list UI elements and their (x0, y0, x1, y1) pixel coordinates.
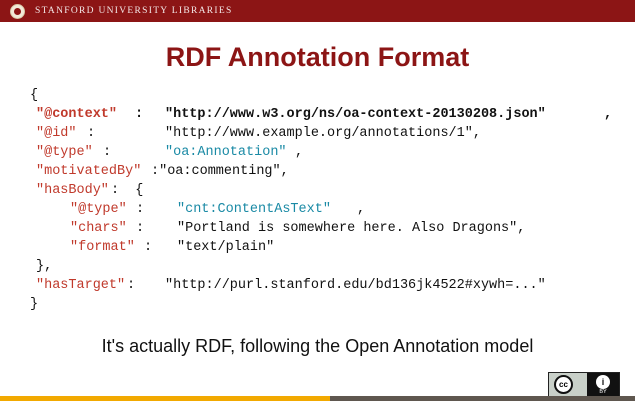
slide-caption: It's actually RDF, following the Open An… (101, 336, 534, 356)
code-close-body: }, (36, 259, 53, 274)
code-type-key: "@type" (36, 145, 93, 160)
code-motivated-key: "motivatedBy" (36, 164, 142, 179)
person-icon: i (596, 375, 610, 389)
code-hastarget-value: "http://purl.stanford.edu/bd136jk4522#xy… (165, 278, 546, 293)
cc-by-label: BY (599, 389, 607, 395)
cc-by-icon: cc i BY (548, 372, 620, 397)
code-id-colon: : (87, 126, 96, 141)
code-type-colon: : (103, 145, 112, 160)
code-body-type-comma: , (357, 202, 366, 217)
cc-by-panel: i BY (587, 373, 619, 396)
code-body-type-key: "@type" (70, 202, 127, 217)
footer-color-bar (0, 396, 635, 401)
footer-gold-segment (0, 396, 330, 401)
code-hasbody-key: "hasBody" (36, 183, 109, 198)
code-context-colon: : (135, 107, 144, 122)
code-context-comma: , (604, 107, 613, 122)
code-open-brace: { (30, 88, 39, 103)
code-motivated-rest: :"oa:commenting", (151, 164, 289, 179)
library-header-bar: STANFORD UNIVERSITY LIBRARIES (0, 0, 635, 22)
code-body-type-colon: : (136, 202, 145, 217)
footer-gray-segment (330, 396, 635, 401)
library-name: STANFORD UNIVERSITY LIBRARIES (35, 6, 233, 16)
cc-glyph: cc (554, 375, 573, 394)
slide-title: RDF Annotation Format (165, 42, 470, 72)
code-type-comma: , (295, 145, 304, 160)
code-hastarget-colon: : (127, 278, 136, 293)
code-chars-key: "chars" (70, 221, 127, 236)
code-id-value: "http://www.example.org/annotations/1", (165, 126, 481, 141)
code-body-type-value: "cnt:ContentAsText" (177, 202, 331, 217)
stanford-seal-icon (10, 3, 25, 19)
code-format-value: "text/plain" (177, 240, 275, 255)
code-context-value: "http://www.w3.org/ns/oa-context-2013020… (165, 107, 546, 122)
code-format-colon: : (144, 240, 153, 255)
code-chars-colon: : (136, 221, 145, 236)
code-hasbody-rest: : { (111, 183, 144, 198)
code-type-value: "oa:Annotation" (165, 145, 287, 160)
code-close-brace: } (30, 297, 39, 312)
code-chars-value: "Portland is somewhere here. Also Dragon… (177, 221, 526, 236)
code-format-key: "format" (70, 240, 135, 255)
code-id-key: "@id" (36, 126, 77, 141)
code-context-key: "@context" (36, 107, 118, 122)
code-hastarget-key: "hasTarget" (36, 278, 126, 293)
